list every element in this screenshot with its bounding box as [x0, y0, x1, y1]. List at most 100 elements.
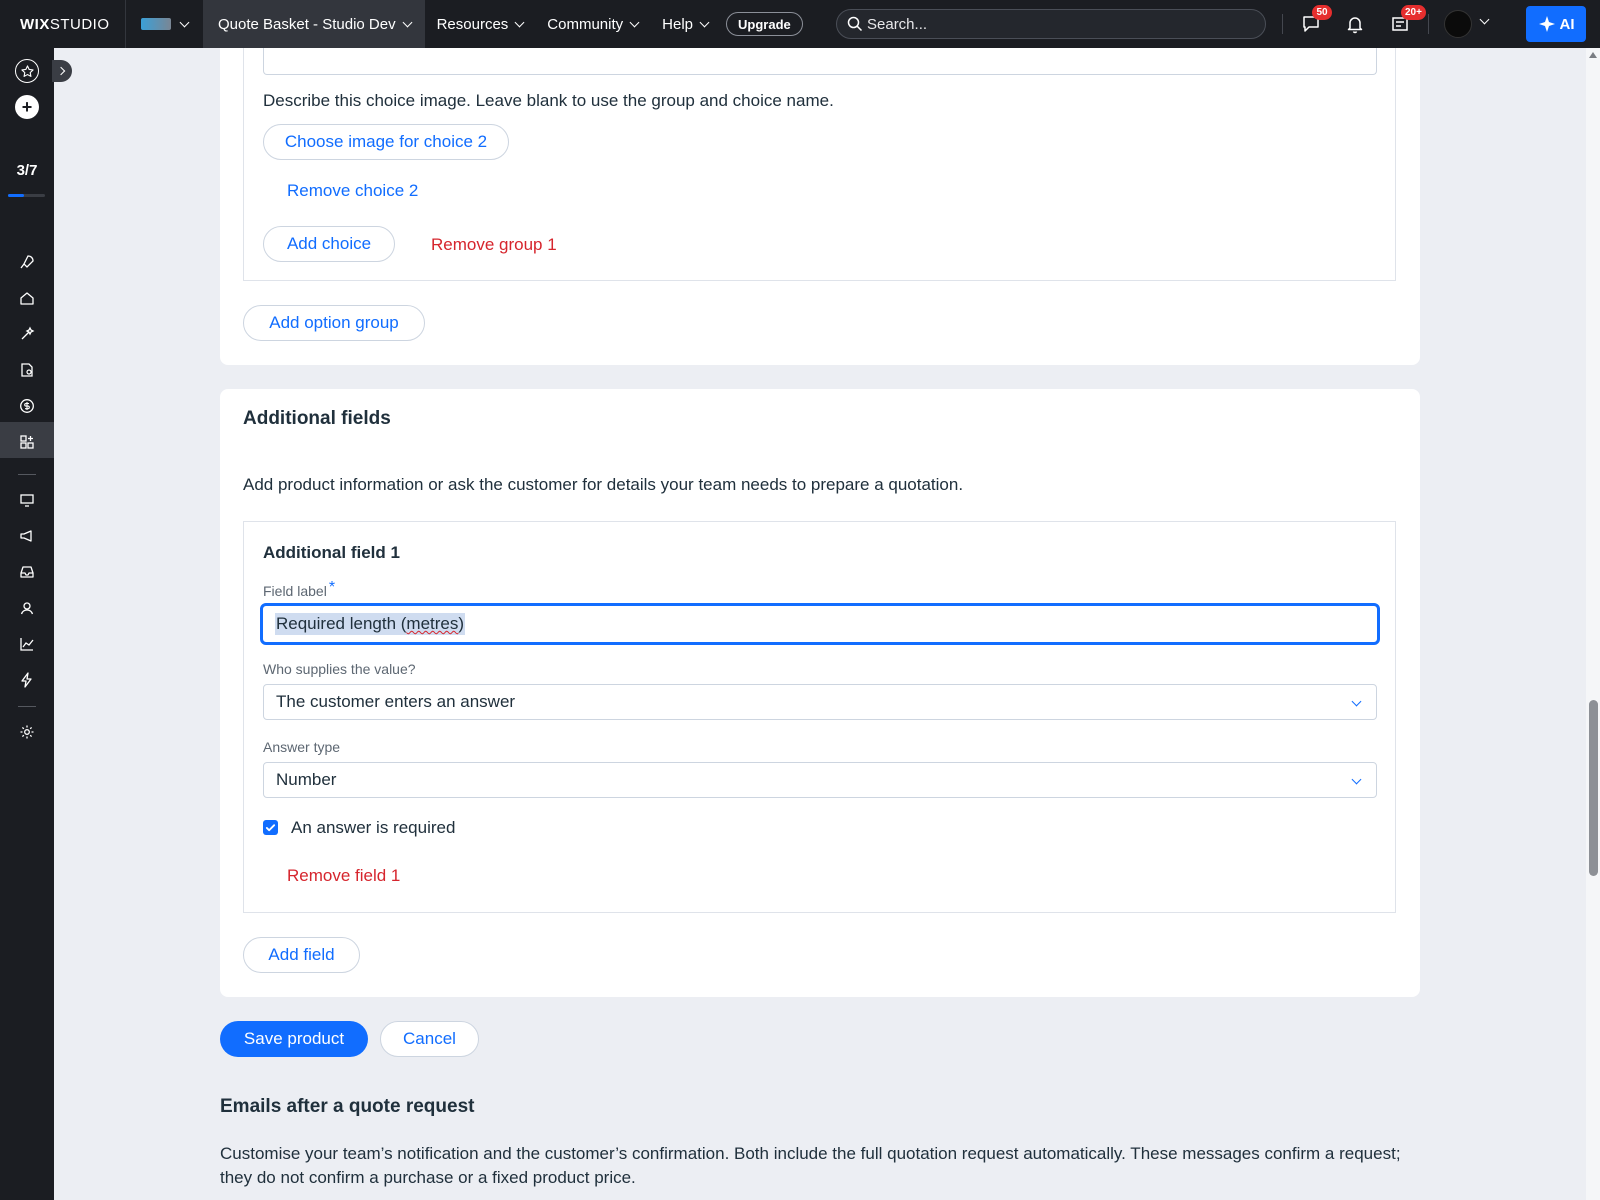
scroll-up-arrow-icon[interactable] — [1589, 52, 1597, 58]
menu-community-label: Community — [547, 15, 624, 33]
rail-item-website[interactable] — [17, 490, 37, 510]
rail-item-analytics[interactable] — [17, 634, 37, 654]
menu-resources-label: Resources — [436, 15, 509, 33]
field-label-value-part: Required length ( — [276, 614, 407, 633]
additional-fields-description: Add product information or ask the custo… — [243, 475, 964, 494]
answer-type-caption: Answer type — [263, 739, 341, 755]
rail-item-settings[interactable] — [17, 722, 37, 742]
rail-item-inbox[interactable] — [17, 562, 37, 582]
rail-item-documents[interactable] — [17, 360, 37, 380]
answer-required-checkbox[interactable] — [263, 820, 278, 835]
emails-description-line-2: they do not confirm a purchase or a fixe… — [220, 1168, 636, 1187]
megaphone-icon — [20, 530, 32, 542]
document-icon — [21, 363, 33, 377]
answer-type-selected: Number — [276, 770, 337, 789]
wix-studio-logo[interactable]: WIX STUDIO — [0, 0, 126, 48]
upgrade-button[interactable]: Upgrade — [726, 12, 803, 36]
option-group-box — [243, 48, 1396, 281]
notifications-button[interactable] — [1343, 12, 1367, 36]
inbox-button[interactable]: 20+ — [1388, 5, 1426, 36]
add-field-button[interactable]: Add field — [243, 937, 360, 973]
rail-item-design[interactable] — [17, 324, 37, 344]
monitor-icon — [20, 494, 34, 507]
add-choice-button[interactable]: Add choice — [263, 226, 395, 262]
value-supplier-select[interactable]: The customer enters an answer — [263, 684, 1377, 720]
ai-button[interactable]: AI — [1526, 6, 1586, 42]
search-icon — [847, 16, 863, 32]
favorites-button[interactable] — [15, 59, 39, 83]
save-product-button[interactable]: Save product — [220, 1021, 368, 1057]
sparkle-icon — [1538, 16, 1555, 32]
left-rail: + 3/7 — [0, 48, 54, 1200]
home-icon — [20, 292, 34, 305]
chevron-down-icon — [629, 17, 640, 27]
scrollbar-thumb[interactable] — [1589, 700, 1598, 876]
menu-help[interactable]: Help — [650, 0, 720, 48]
additional-field-title: Additional field 1 — [263, 543, 400, 562]
choice-image-description-input[interactable] — [263, 48, 1377, 75]
choice-image-hint: Describe this choice image. Leave blank … — [263, 91, 834, 110]
toolbar-divider — [1428, 14, 1429, 34]
toolbar-divider — [1282, 14, 1283, 34]
emails-description-line-1: Customise your team’s notification and t… — [220, 1144, 1401, 1163]
setup-progress-text[interactable]: 3/7 — [0, 162, 54, 179]
setup-progress-bar — [8, 194, 45, 197]
search-placeholder: Search... — [867, 15, 928, 33]
menu-resources[interactable]: Resources — [425, 0, 536, 48]
chart-line-icon — [20, 638, 34, 651]
answer-required-label[interactable]: An answer is required — [291, 818, 455, 838]
search-input[interactable]: Search... — [836, 9, 1266, 39]
field-label-caption-text: Field label — [263, 583, 327, 599]
answer-type-select[interactable]: Number — [263, 762, 1377, 798]
field-label-misspelled-word: metres — [406, 614, 459, 633]
chevron-right-icon — [56, 66, 65, 76]
add-option-group-button[interactable]: Add option group — [243, 305, 425, 341]
gear-icon — [20, 725, 34, 739]
add-button[interactable]: + — [15, 95, 39, 119]
emails-section-title: Emails after a quote request — [220, 1096, 475, 1117]
field-label-value: Required length (metres) — [275, 613, 466, 635]
remove-group-link[interactable]: Remove group 1 — [431, 235, 557, 255]
bell-icon — [1347, 17, 1363, 34]
chevron-down-icon[interactable] — [1479, 14, 1490, 25]
field-label-input[interactable]: Required length (metres) — [260, 603, 1380, 645]
chevron-down-icon — [1351, 774, 1362, 785]
menu-help-label: Help — [662, 15, 694, 33]
tray-icon — [20, 566, 34, 578]
remove-field-link[interactable]: Remove field 1 — [287, 866, 400, 886]
choose-image-button[interactable]: Choose image for choice 2 — [263, 124, 509, 160]
setup-progress-fill — [8, 194, 24, 197]
value-supplier-selected: The customer enters an answer — [276, 692, 516, 711]
top-bar: WIX STUDIO Quote Basket - Studio Dev Reso… — [0, 0, 1600, 48]
menu-community[interactable]: Community — [535, 0, 650, 48]
chevron-down-icon — [514, 17, 525, 27]
rocket-icon — [20, 255, 34, 269]
rail-item-contacts[interactable] — [17, 598, 37, 618]
inbox-badge: 20+ — [1401, 5, 1426, 20]
rail-item-automations[interactable] — [17, 670, 37, 690]
remove-choice-link[interactable]: Remove choice 2 — [287, 181, 418, 201]
avatar[interactable] — [1444, 10, 1472, 38]
rail-item-marketing[interactable] — [17, 526, 37, 546]
rail-item-apps[interactable] — [17, 432, 37, 452]
lightning-icon — [21, 672, 32, 688]
site-name-label: Quote Basket - Studio Dev — [218, 15, 396, 33]
expand-rail-button[interactable] — [52, 60, 72, 82]
chevron-down-icon — [1351, 696, 1362, 707]
site-switcher[interactable] — [126, 0, 204, 48]
chevron-down-icon — [699, 17, 710, 27]
rail-item-launch[interactable] — [17, 252, 37, 272]
site-thumbnail-icon — [141, 18, 171, 30]
site-name-menu[interactable]: Quote Basket - Studio Dev — [204, 0, 425, 48]
cancel-button[interactable]: Cancel — [380, 1021, 479, 1057]
page-scrollbar[interactable] — [1586, 48, 1600, 1200]
checkmark-icon — [265, 824, 276, 832]
chevron-down-icon — [402, 17, 413, 27]
field-label-caption: Field label * — [263, 579, 335, 601]
rail-item-home[interactable] — [17, 288, 37, 308]
messages-button[interactable]: 50 — [1299, 5, 1332, 36]
value-supplier-caption: Who supplies the value? — [263, 661, 416, 677]
field-label-value-part: ) — [458, 614, 465, 633]
rail-item-sales[interactable] — [17, 396, 37, 416]
logo-rest-text: STUDIO — [49, 15, 110, 33]
